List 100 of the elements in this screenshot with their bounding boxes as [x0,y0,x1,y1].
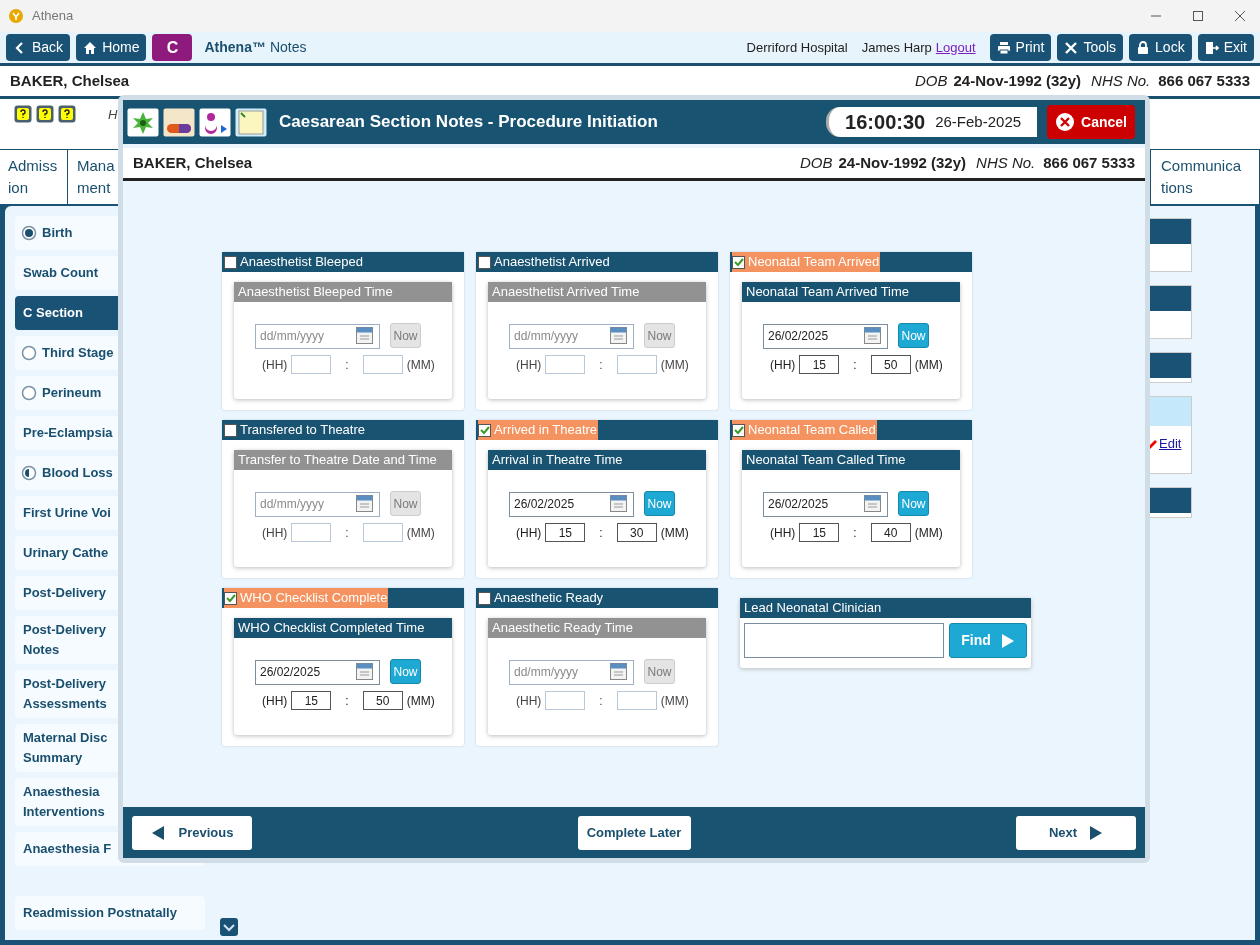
help-home-icon [36,105,54,123]
app-logo-icon [8,8,24,24]
check-icon [225,593,236,603]
edit-link[interactable]: Edit [1159,434,1182,454]
lock-icon [1136,40,1151,55]
nhs-number: 866 067 5333 [1043,152,1135,173]
previous-button[interactable]: Previous [132,815,252,850]
minutes-field[interactable]: 40 [870,523,911,542]
time-card-title: Neonatal Team Arrived Time [742,282,960,302]
printer-icon [996,40,1011,55]
nhs-label: NHS No. [976,152,1036,173]
dob-value: 24-Nov-1992 (32y) [838,152,967,173]
date-field[interactable]: 26/02/2025 [763,491,888,517]
hours-label: (HH) [516,356,542,374]
time-separator: : [344,692,350,710]
minutes-label: (MM) [914,356,943,374]
minutes-label: (MM) [406,524,435,542]
hospital-name: Derriford Hospital [746,38,848,57]
hours-label: (HH) [770,356,796,374]
print-button[interactable]: Print [989,34,1052,61]
tools-icon [1064,40,1079,55]
nhs-number: 866 067 5333 [1158,70,1250,91]
minutes-field[interactable] [616,355,657,374]
half-filled-radio-icon [21,465,37,481]
calendar-icon [610,663,627,680]
window-title: Athena [32,7,74,26]
lock-button[interactable]: Lock [1129,34,1192,61]
minutes-field[interactable] [362,355,403,374]
patient-name: BAKER, Chelsea [10,70,130,91]
check-icon [733,257,744,267]
complete-later-button[interactable]: Complete Later [577,815,691,850]
dob-label: DOB [799,152,833,173]
logout-link[interactable]: Logout [935,37,976,58]
minutes-field[interactable]: 50 [362,691,403,710]
hours-field[interactable]: 15 [545,523,586,542]
date-field[interactable]: 26/02/2025 [255,659,380,685]
now-button[interactable]: Now [644,659,675,684]
help-icon [58,105,76,123]
now-button[interactable]: Now [644,323,675,348]
calendar-icon [356,495,373,512]
help-text: H [108,106,118,124]
minutes-label: (MM) [660,356,689,374]
check-icon [733,425,744,435]
app-name: Athena™ [204,38,266,57]
filled-radio-icon [21,225,37,241]
sidebar-item[interactable]: Readmission Postnatally [15,896,205,930]
calendar-icon [356,327,373,344]
clock-display: 16:00:30 26-Feb-2025 [826,107,1038,137]
next-button[interactable]: Next [1016,815,1136,850]
hours-field[interactable] [291,355,332,374]
hours-field[interactable]: 15 [799,523,840,542]
minutes-field[interactable]: 30 [616,523,657,542]
dob-label: DOB [914,70,948,91]
app-subtitle: Notes [269,38,307,57]
cancel-button[interactable]: Cancel [1047,105,1135,139]
close-circle-icon [1055,112,1076,132]
hours-field[interactable]: 15 [291,691,332,710]
date-field[interactable]: 26/02/2025 [763,323,888,349]
notepad-icon [235,107,267,137]
time-card-title: Anaesthetic Ready Time [488,618,706,638]
clinician-field[interactable] [744,623,944,658]
date-field[interactable]: 26/02/2025 [509,491,634,517]
calendar-icon [610,327,627,344]
close-icon [1234,10,1246,22]
now-button[interactable]: Now [390,491,421,516]
minutes-label: (MM) [660,692,689,710]
hours-field[interactable] [545,691,586,710]
calendar-icon [356,663,373,680]
capsule-icon [163,107,195,137]
time-card-title: WHO Checklist Completed Time [234,618,452,638]
minutes-field[interactable] [362,523,403,542]
back-button[interactable]: Back [6,34,71,61]
home-button[interactable]: Home [76,34,147,61]
time-separator: : [852,356,858,374]
empty-radio-icon [21,385,37,401]
exit-door-icon [1204,40,1219,55]
hours-label: (HH) [516,692,542,710]
exit-button[interactable]: Exit [1197,34,1254,61]
calendar-icon [864,495,881,512]
time-separator: : [852,524,858,542]
empty-radio-icon [21,345,37,361]
hours-field[interactable] [545,355,586,374]
hours-field[interactable]: 15 [799,355,840,374]
time-card-title: Arrival in Theatre Time [488,450,706,470]
scroll-down-icon [220,918,238,936]
letter-button[interactable]: C [152,34,193,61]
tools-button[interactable]: Tools [1057,34,1124,61]
flower-icon [127,107,159,137]
nhs-label: NHS No. [1091,70,1151,91]
modal-title: Caesarean Section Notes - Procedure Initiation [279,111,658,134]
dob-value: 24-Nov-1992 (32y) [953,70,1082,91]
hours-field[interactable] [291,523,332,542]
time-separator: : [598,692,604,710]
time-card-title: Transfer to Theatre Date and Time [234,450,452,470]
minutes-field[interactable] [616,691,657,710]
play-back-icon [150,824,165,841]
check-icon [479,425,490,435]
minutes-field[interactable]: 50 [870,355,911,374]
minutes-label: (MM) [406,692,435,710]
now-button[interactable]: Now [390,323,421,348]
